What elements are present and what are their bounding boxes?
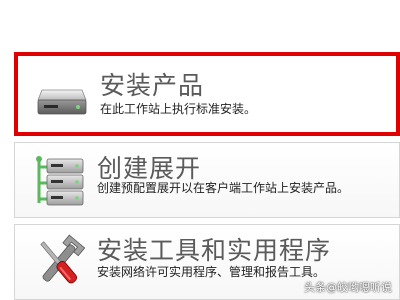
watermark: 头条@皎哟嗯听说 — [304, 281, 392, 294]
hard-drive-icon — [37, 89, 87, 115]
server-network-icon — [36, 156, 84, 206]
install-product-title: 安装产品 — [100, 71, 205, 100]
install-tools-description: 安装网络许可实用程序、管理和报告工具。 — [97, 265, 326, 279]
install-product-option[interactable]: 安装产品 在此工作站上执行标准安装。 — [14, 52, 400, 136]
install-product-description: 在此工作站上执行标准安装。 — [100, 102, 257, 116]
install-tools-title: 安装工具和实用程序 — [97, 236, 332, 265]
create-deployment-option[interactable]: 创建展开 创建预配置展开以在客户端工作站上安装产品。 — [14, 142, 400, 218]
tools-icon — [40, 234, 85, 284]
installer-menu: 安装产品 在此工作站上执行标准安装。 创建展开 创建预配置展开以在客户端工作站上… — [0, 0, 400, 300]
create-deployment-description: 创建预配置展开以在客户端工作站上安装产品。 — [97, 181, 350, 195]
